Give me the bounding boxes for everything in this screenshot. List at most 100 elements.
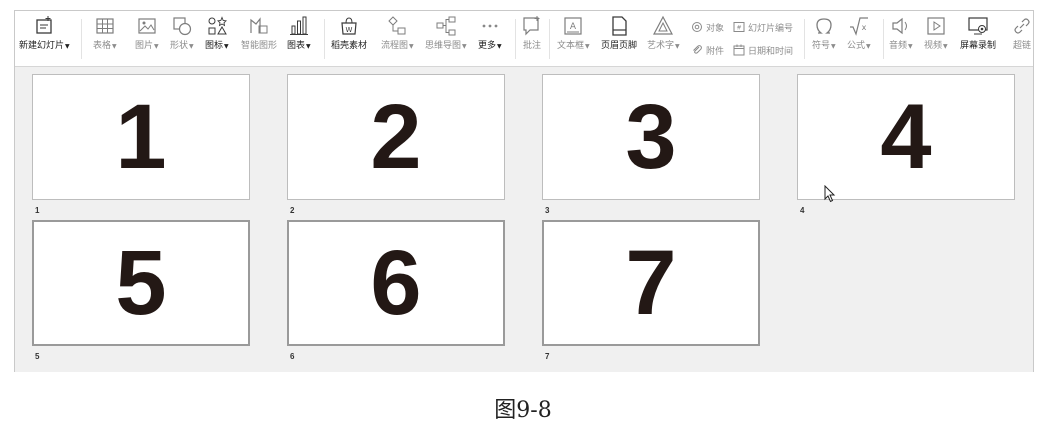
audio-label: 音频	[889, 41, 908, 51]
slide-content: 1	[115, 86, 167, 188]
smartart-label: 智能图形	[241, 41, 278, 51]
presentation-window: 新建幻灯片▼ 表格▼ 图片▼ 形状▼ 图标▼ 智能图形 图表▼ W 稻壳素材 流…	[14, 10, 1034, 372]
header-footer-label: 页眉页脚	[601, 41, 638, 51]
mindmap-label: 思维导图	[425, 41, 462, 51]
screen-record-icon	[968, 17, 988, 35]
wordart-icon	[653, 15, 674, 35]
chart-label: 图表	[287, 41, 306, 51]
screen-record-label: 屏幕录制	[960, 41, 997, 51]
audio-button[interactable]: 音频▼	[889, 15, 913, 63]
hyperlink-label: 超链	[1012, 41, 1031, 51]
flowchart-icon	[388, 16, 406, 35]
comment-button[interactable]: 批注	[521, 15, 543, 63]
table-label: 表格	[93, 41, 112, 51]
flowchart-label: 流程图	[381, 41, 409, 51]
table-icon	[96, 18, 114, 34]
slide-number-label: 7	[545, 352, 550, 361]
svg-text:#: #	[736, 25, 741, 32]
slide-number-button[interactable]: # 幻灯片编号	[733, 20, 793, 34]
omega-symbol-icon	[816, 18, 832, 34]
slide-thumbnail-1[interactable]: 1	[32, 74, 250, 200]
slide-number-label: 6	[290, 352, 295, 361]
wordart-label: 艺术字	[647, 41, 675, 51]
new-slide-button[interactable]: 新建幻灯片▼	[19, 15, 70, 63]
slide-content: 4	[880, 86, 932, 188]
svg-text:W: W	[346, 26, 353, 34]
chart-button[interactable]: 图表▼	[287, 15, 311, 63]
mindmap-button[interactable]: 思维导图▼	[425, 15, 467, 63]
screen-record-button[interactable]: 屏幕录制	[960, 15, 996, 63]
object-button[interactable]: 对象	[691, 20, 724, 34]
textbox-label: 文本框	[557, 41, 585, 51]
slide-number-label: 幻灯片编号	[748, 23, 794, 34]
slide-number-label: 5	[35, 352, 40, 361]
slide-content: 2	[370, 86, 422, 188]
datetime-label: 日期和时间	[748, 46, 794, 57]
daoke-label: 稻壳素材	[331, 41, 368, 51]
symbol-button[interactable]: 符号▼	[812, 15, 836, 63]
insert-ribbon: 新建幻灯片▼ 表格▼ 图片▼ 形状▼ 图标▼ 智能图形 图表▼ W 稻壳素材 流…	[15, 11, 1033, 67]
new-slide-icon	[36, 16, 52, 34]
datetime-button[interactable]: 日期和时间	[733, 43, 793, 57]
formula-button[interactable]: x 公式▼	[847, 15, 871, 63]
mouse-cursor-icon	[824, 185, 836, 203]
shape-button[interactable]: 形状▼	[170, 15, 194, 63]
slide-thumbnail-2[interactable]: 2	[287, 74, 505, 200]
slide-thumbnail-5[interactable]: 5	[32, 220, 250, 346]
icon-label: 图标	[205, 41, 224, 51]
link-icon	[1014, 18, 1030, 34]
speaker-icon	[892, 17, 907, 35]
formula-label: 公式	[847, 41, 866, 51]
svg-text:x: x	[861, 23, 866, 32]
more-label: 更多	[478, 41, 497, 51]
calendar-icon	[733, 44, 745, 56]
slide-number-label: 1	[35, 206, 40, 215]
video-play-icon	[927, 17, 945, 35]
mindmap-icon	[436, 16, 456, 36]
picture-icon	[138, 18, 156, 34]
symbol-label: 符号	[812, 41, 831, 51]
shape-label: 形状	[170, 41, 189, 51]
more-dots-icon	[482, 24, 498, 28]
icon-button[interactable]: 图标▼	[205, 15, 229, 63]
flowchart-button[interactable]: 流程图▼	[381, 15, 414, 63]
video-button[interactable]: 视频▼	[924, 15, 948, 63]
slide-content: 7	[625, 232, 677, 334]
slide-thumbnail-4[interactable]: 4	[797, 74, 1015, 200]
formula-sqrt-icon: x	[849, 17, 868, 36]
bar-chart-icon	[289, 16, 308, 35]
textbox-button[interactable]: A 文本框▼	[557, 15, 590, 63]
smartart-icon	[250, 17, 268, 34]
slide-number-label: 2	[290, 206, 295, 215]
slide-thumbnail-6[interactable]: 6	[287, 220, 505, 346]
textbox-icon: A	[564, 17, 582, 35]
slide-content: 6	[370, 232, 422, 334]
slide-number-label: 3	[545, 206, 550, 215]
paperclip-icon	[693, 45, 702, 54]
table-button[interactable]: 表格▼	[93, 15, 117, 63]
picture-label: 图片	[135, 41, 154, 51]
attachment-label: 附件	[706, 46, 725, 57]
material-bag-icon: W	[341, 17, 357, 35]
object-icon	[692, 22, 702, 32]
slide-thumbnail-7[interactable]: 7	[542, 220, 760, 346]
shape-icon	[173, 17, 191, 36]
new-slide-label: 新建幻灯片	[19, 41, 65, 51]
attachment-button[interactable]: 附件	[691, 43, 724, 57]
comment-label: 批注	[522, 41, 541, 51]
video-label: 视频	[924, 41, 943, 51]
icons-gallery-icon	[208, 16, 227, 35]
slide-content: 5	[115, 232, 167, 334]
slide-number-icon: #	[733, 22, 745, 32]
slide-content: 3	[625, 86, 677, 188]
header-footer-icon	[612, 16, 627, 36]
smartart-button[interactable]: 智能图形	[241, 15, 277, 63]
wordart-button[interactable]: 艺术字▼	[647, 15, 680, 63]
hyperlink-button[interactable]: 超链	[1011, 15, 1033, 63]
picture-button[interactable]: 图片▼	[135, 15, 159, 63]
header-footer-button[interactable]: 页眉页脚	[601, 15, 637, 63]
comment-icon	[523, 16, 540, 36]
daoke-material-button[interactable]: W 稻壳素材	[331, 15, 367, 63]
slide-thumbnail-3[interactable]: 3	[542, 74, 760, 200]
more-button[interactable]: 更多▼	[478, 15, 502, 63]
